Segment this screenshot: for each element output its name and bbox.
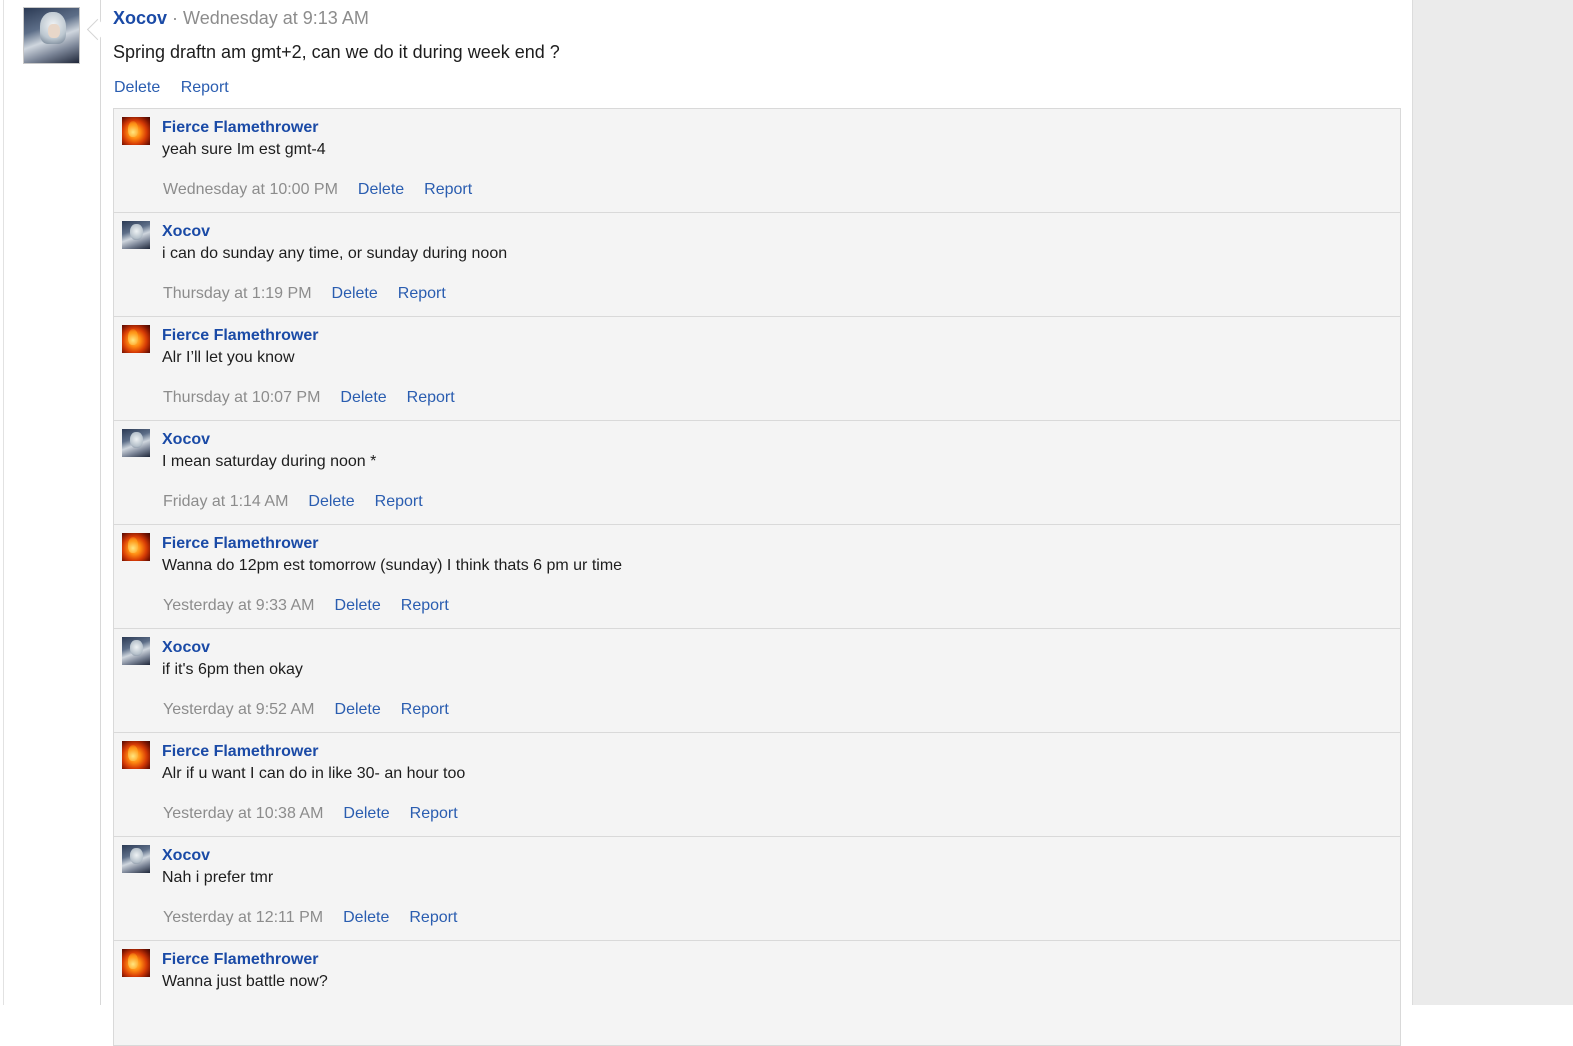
comment-text: Wanna do 12pm est tomorrow (sunday) I th…: [162, 557, 623, 574]
comment-author-link[interactable]: Fierce Flamethrower: [162, 327, 319, 345]
comment-item: Fierce Flamethrower Alr I’ll let you know…: [114, 317, 1400, 421]
comment-timestamp: Yesterday at 9:33 AM: [163, 597, 315, 614]
post-delete-link[interactable]: Delete: [114, 79, 160, 96]
comment-text: Alr if u want I can do in like 30- an ho…: [162, 765, 466, 782]
comment-delete-link[interactable]: Delete: [332, 285, 378, 302]
comment-delete-link[interactable]: Delete: [308, 493, 354, 510]
comment-timestamp: Friday at 1:14 AM: [163, 493, 289, 510]
post-header: Xocov · Wednesday at 9:13 AM: [113, 8, 369, 29]
comment-report-link[interactable]: Report: [410, 805, 458, 822]
avatar[interactable]: [23, 7, 80, 64]
comment-text: Alr I’ll let you know: [162, 349, 295, 366]
comment-meta: Yesterday at 9:33 AM Delete Report: [163, 597, 469, 615]
comment-item: Fierce Flamethrower Wanna do 12pm est tom…: [114, 525, 1400, 629]
xocov-avatar[interactable]: [122, 845, 150, 873]
comment-timestamp: Thursday at 1:19 PM: [163, 285, 312, 302]
comment-author-link[interactable]: Xocov: [162, 223, 210, 241]
comment-report-link[interactable]: Report: [424, 181, 472, 198]
right-sidebar: [1412, 0, 1573, 1005]
comment-meta: Friday at 1:14 AM Delete Report: [163, 493, 443, 511]
avatar-face: [48, 24, 60, 38]
comment-delete-link[interactable]: Delete: [358, 181, 404, 198]
comment-timestamp: Yesterday at 10:38 AM: [163, 805, 324, 822]
comment-text: I mean saturday during noon *: [162, 453, 377, 470]
xocov-avatar[interactable]: [122, 637, 150, 665]
comment-timestamp: Wednesday at 10:00 PM: [163, 181, 338, 198]
comment-meta: Yesterday at 9:52 AM Delete Report: [163, 701, 469, 719]
post-actions: Delete Report: [114, 79, 245, 97]
post-separator: ·: [167, 8, 184, 28]
comment-timestamp: Yesterday at 9:52 AM: [163, 701, 315, 718]
comment-author-link[interactable]: Xocov: [162, 639, 210, 657]
comment-item: Xocov Nah i prefer tmr Yesterday at 12:11 …: [114, 837, 1400, 941]
comment-delete-link[interactable]: Delete: [335, 701, 381, 718]
comment-author-link[interactable]: Fierce Flamethrower: [162, 743, 319, 761]
post-timestamp: Wednesday at 9:13 AM: [183, 8, 369, 28]
comment-delete-link[interactable]: Delete: [343, 909, 389, 926]
comment-meta: Yesterday at 12:11 PM Delete Report: [163, 909, 477, 927]
comment-delete-link[interactable]: Delete: [343, 805, 389, 822]
comment-meta: Yesterday at 10:38 AM Delete Report: [163, 805, 478, 823]
comment-report-link[interactable]: Report: [401, 597, 449, 614]
fire-avatar[interactable]: [122, 741, 150, 769]
comment-meta: Thursday at 10:07 PM Delete Report: [163, 389, 475, 407]
comment-delete-link[interactable]: Delete: [335, 597, 381, 614]
comment-report-link[interactable]: Report: [375, 493, 423, 510]
fire-avatar[interactable]: [122, 117, 150, 145]
comment-author-link[interactable]: Fierce Flamethrower: [162, 535, 319, 553]
post-author-link[interactable]: Xocov: [113, 8, 167, 28]
comment-list: Fierce Flamethrower yeah sure Im est gmt-…: [113, 108, 1401, 1046]
comment-item: Fierce Flamethrower Alr if u want I can d…: [114, 733, 1400, 837]
comment-text: Nah i prefer tmr: [162, 869, 274, 886]
xocov-avatar[interactable]: [122, 429, 150, 457]
comment-report-link[interactable]: Report: [409, 909, 457, 926]
comment-timestamp: Yesterday at 12:11 PM: [163, 909, 324, 926]
comment-timestamp: Thursday at 10:07 PM: [163, 389, 321, 406]
xocov-avatar[interactable]: [122, 221, 150, 249]
comment-text: i can do sunday any time, or sunday duri…: [162, 245, 508, 262]
comment-text: if it's 6pm then okay: [162, 661, 303, 678]
comment-item: Xocov i can do sunday any time, or sunday…: [114, 213, 1400, 317]
comment-author-link[interactable]: Fierce Flamethrower: [162, 951, 319, 969]
post-message: Spring draftn am gmt+2, can we do it dur…: [113, 42, 560, 62]
comment-meta: Thursday at 1:19 PM Delete Report: [163, 285, 466, 303]
comment-meta: Wednesday at 10:00 PM Delete Report: [163, 181, 492, 199]
post-report-link[interactable]: Report: [181, 79, 229, 96]
fire-avatar[interactable]: [122, 949, 150, 977]
fire-avatar[interactable]: [122, 533, 150, 561]
comment-text: Wanna just battle now?: [162, 973, 328, 990]
comment-report-link[interactable]: Report: [401, 701, 449, 718]
comment-text: yeah sure Im est gmt-4: [162, 141, 326, 158]
comment-author-link[interactable]: Fierce Flamethrower: [162, 119, 319, 137]
left-gutter: [0, 0, 101, 1005]
comment-item: Xocov if it's 6pm then okay Yesterday at 9…: [114, 629, 1400, 733]
comment-report-link[interactable]: Report: [398, 285, 446, 302]
comment-delete-link[interactable]: Delete: [340, 389, 386, 406]
comment-author-link[interactable]: Xocov: [162, 431, 210, 449]
comment-item: Fierce Flamethrower Wanna just battle now…: [114, 941, 1400, 1045]
comment-item: Fierce Flamethrower yeah sure Im est gmt-…: [114, 109, 1400, 213]
comment-report-link[interactable]: Report: [407, 389, 455, 406]
comment-item: Xocov I mean saturday during noon * Friday…: [114, 421, 1400, 525]
fire-avatar[interactable]: [122, 325, 150, 353]
left-border-line: [3, 0, 4, 1005]
comment-author-link[interactable]: Xocov: [162, 847, 210, 865]
